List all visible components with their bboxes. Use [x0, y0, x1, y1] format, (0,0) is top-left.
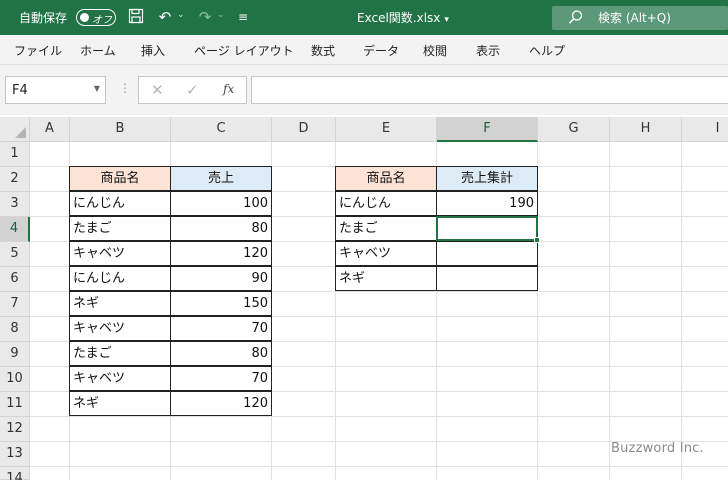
search-input[interactable] [598, 9, 724, 27]
select-all-icon [15, 127, 26, 138]
title-bar: 自動保存 オフ ↶ ⌄ ↷ ⌄ ≡ Excel関数.xlsx ▾ [0, 0, 728, 35]
menu-view[interactable]: 表示 [476, 42, 500, 59]
cell-b8[interactable]: キャベツ [69, 316, 171, 341]
col-header-b[interactable]: B [70, 117, 171, 142]
cell-c8[interactable]: 70 [170, 316, 272, 341]
toggle-knob [80, 13, 89, 22]
row-header-14[interactable]: 14 [0, 467, 30, 480]
more-icon: ⋮ [119, 81, 131, 95]
autosave-toggle[interactable]: オフ [76, 9, 116, 26]
cancel-icon[interactable]: ✕ [151, 81, 164, 99]
menu-formulas[interactable]: 数式 [311, 42, 335, 59]
row-header-8[interactable]: 8 [0, 317, 30, 342]
file-name[interactable]: Excel関数.xlsx ▾ [357, 9, 449, 26]
fill-handle[interactable] [534, 237, 540, 243]
undo-dropdown-icon[interactable]: ⌄ [177, 10, 185, 20]
formula-input[interactable] [251, 76, 728, 104]
gridline [609, 142, 610, 480]
col-header-f[interactable]: F [437, 117, 538, 142]
row-header-4[interactable]: 4 [0, 217, 30, 242]
cell-b5[interactable]: キャベツ [69, 241, 171, 266]
col-header-d[interactable]: D [272, 117, 336, 142]
chevron-down-icon: ▾ [444, 15, 449, 25]
active-cell-border[interactable] [436, 216, 538, 241]
row-header-6[interactable]: 6 [0, 267, 30, 292]
cell-c10[interactable]: 70 [170, 366, 272, 391]
formula-bar: F4 ▼ ⋮ ✕ ✓ fx [0, 65, 728, 115]
col-header-c[interactable]: C [171, 117, 272, 142]
row-header-13[interactable]: 13 [0, 442, 30, 467]
col-header-g[interactable]: G [538, 117, 610, 142]
row-header-9[interactable]: 9 [0, 342, 30, 367]
name-box-value: F4 [12, 83, 28, 98]
cell-e3[interactable]: にんじん [335, 191, 437, 216]
cell-c7[interactable]: 150 [170, 291, 272, 316]
col-header-a[interactable]: A [30, 117, 70, 142]
autosave-label: 自動保存 [19, 11, 68, 25]
menu-review[interactable]: 校閲 [423, 42, 447, 59]
cell-f5[interactable] [436, 241, 538, 266]
menu-home[interactable]: ホーム [80, 42, 116, 59]
cell-e4[interactable]: たまご [335, 216, 437, 241]
enter-icon[interactable]: ✓ [186, 81, 199, 99]
gridline [30, 416, 728, 417]
row-header-7[interactable]: 7 [0, 292, 30, 317]
row-header-3[interactable]: 3 [0, 192, 30, 217]
gridline [681, 142, 682, 480]
row-header-10[interactable]: 10 [0, 367, 30, 392]
cell-f6[interactable] [436, 266, 538, 291]
autosave-state: オフ [92, 15, 112, 26]
save-icon[interactable] [127, 8, 145, 26]
gridline [30, 466, 728, 467]
row-header-12[interactable]: 12 [0, 417, 30, 442]
cell-b3[interactable]: にんじん [69, 191, 171, 216]
formula-buttons: ✕ ✓ fx [138, 76, 247, 104]
name-box[interactable]: F4 ▼ [5, 76, 106, 104]
customize-toolbar-icon[interactable]: ≡ [234, 8, 252, 26]
col-header-i[interactable]: I [682, 117, 728, 142]
menu-insert[interactable]: 挿入 [141, 42, 165, 59]
menu-page-layout[interactable]: ページ レイアウト [194, 42, 294, 59]
cell-c9[interactable]: 80 [170, 341, 272, 366]
cell-e5[interactable]: キャベツ [335, 241, 437, 266]
cell-b11[interactable]: ネギ [69, 391, 171, 416]
col-header-h[interactable]: H [610, 117, 682, 142]
insert-function-icon[interactable]: fx [223, 82, 234, 96]
chevron-down-icon[interactable]: ▼ [94, 84, 100, 93]
cell-c11[interactable]: 120 [170, 391, 272, 416]
row-header-1[interactable]: 1 [0, 142, 30, 167]
redo-dropdown-icon[interactable]: ⌄ [217, 10, 225, 20]
menu-data[interactable]: データ [363, 42, 399, 59]
cell-b9[interactable]: たまご [69, 341, 171, 366]
row-header-2[interactable]: 2 [0, 167, 30, 192]
cell-c2[interactable]: 売上 [170, 166, 272, 191]
menu-file[interactable]: ファイル [14, 42, 62, 59]
cell-f3[interactable]: 190 [436, 191, 538, 216]
col-header-e[interactable]: E [336, 117, 437, 142]
cell-b10[interactable]: キャベツ [69, 366, 171, 391]
watermark: Buzzword Inc. [611, 441, 704, 456]
cell-b2[interactable]: 商品名 [69, 166, 171, 191]
row-header-11[interactable]: 11 [0, 392, 30, 417]
search-icon [568, 9, 584, 25]
worksheet-grid[interactable]: A B C D E F G H I 1 2 3 4 5 6 7 8 9 10 1… [0, 117, 728, 480]
search-box[interactable] [552, 6, 728, 30]
undo-icon[interactable]: ↶ [156, 8, 174, 26]
menu-help[interactable]: ヘルプ [529, 42, 565, 59]
cell-e2[interactable]: 商品名 [335, 166, 437, 191]
redo-icon[interactable]: ↷ [196, 8, 214, 26]
select-all-button[interactable] [0, 117, 30, 142]
cell-e6[interactable]: ネギ [335, 266, 437, 291]
menu-bar: ファイル ホーム 挿入 ページ レイアウト 数式 データ 校閲 表示 ヘルプ [0, 35, 728, 65]
cell-c5[interactable]: 120 [170, 241, 272, 266]
cell-b7[interactable]: ネギ [69, 291, 171, 316]
cell-f2[interactable]: 売上集計 [436, 166, 538, 191]
cell-c3[interactable]: 100 [170, 191, 272, 216]
cell-c4[interactable]: 80 [170, 216, 272, 241]
cell-b6[interactable]: にんじん [69, 266, 171, 291]
row-header-5[interactable]: 5 [0, 242, 30, 267]
cell-b4[interactable]: たまご [69, 216, 171, 241]
cell-c6[interactable]: 90 [170, 266, 272, 291]
